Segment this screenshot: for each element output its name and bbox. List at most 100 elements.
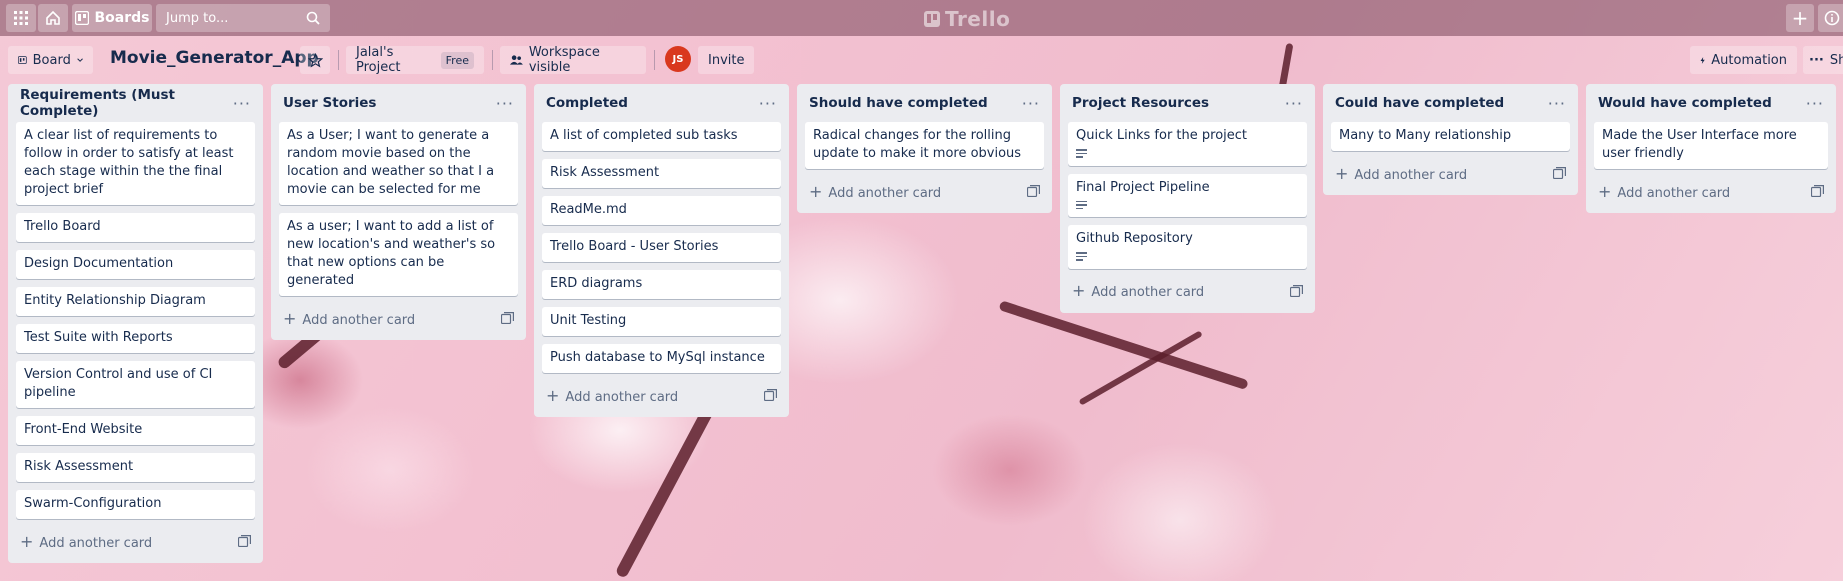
board-view-switcher[interactable]: Board (8, 46, 93, 74)
visibility-label: Workspace visible (528, 45, 600, 75)
plus-icon: + (1791, 6, 1809, 30)
card[interactable]: Front-End Website (16, 416, 255, 445)
automation-button[interactable]: Automation (1690, 46, 1797, 74)
board-view-label: Board (32, 52, 71, 68)
add-card-button[interactable]: + Add another card (1335, 164, 1467, 183)
card[interactable]: Trello Board (16, 213, 255, 242)
brand-name: Trello (945, 7, 1011, 31)
card[interactable]: ReadMe.md (542, 196, 781, 225)
card-template-icon[interactable] (1553, 167, 1566, 179)
chevron-down-icon (77, 58, 83, 62)
trello-logo-icon (924, 11, 940, 27)
list-title[interactable]: User Stories (283, 95, 376, 111)
add-card-button[interactable]: + Add another card (809, 182, 941, 201)
plus-icon: + (20, 531, 34, 551)
plan-badge: Free (440, 51, 474, 69)
add-card-button[interactable]: + Add another card (1072, 281, 1204, 300)
card-template-icon[interactable] (1290, 284, 1303, 297)
add-card-label: Add another card (39, 535, 153, 551)
team-icon (510, 55, 523, 65)
list-menu-icon[interactable]: ··· (1285, 94, 1303, 113)
list-title[interactable]: Would have completed (1598, 95, 1772, 111)
plus-icon: + (1598, 181, 1612, 201)
description-icon (1076, 149, 1087, 158)
card[interactable]: Design Documentation (16, 250, 255, 279)
list-title[interactable]: Requirements (Must Complete) (20, 87, 233, 119)
star-board-button[interactable] (300, 46, 330, 74)
add-card-button[interactable]: + Add another card (546, 386, 678, 405)
list-project-resources: Project Resources ··· Quick Links for th… (1060, 84, 1315, 313)
plus-icon: + (1072, 281, 1086, 300)
card[interactable]: A clear list of requirements to follow i… (16, 122, 255, 205)
boards-label: Boards (94, 10, 150, 26)
star-icon (307, 52, 323, 68)
card[interactable]: Version Control and use of CI pipeline (16, 361, 255, 408)
list-title[interactable]: Could have completed (1335, 95, 1504, 111)
card-title: Quick Links for the project (1076, 128, 1248, 143)
list-menu-icon[interactable]: ··· (496, 94, 514, 113)
card-template-icon[interactable] (238, 535, 251, 547)
card[interactable]: Unit Testing (542, 307, 781, 336)
card-template-icon[interactable] (1811, 185, 1824, 197)
list-title[interactable]: Project Resources (1072, 95, 1209, 111)
visibility-button[interactable]: Workspace visible (500, 45, 646, 75)
card[interactable]: Trello Board - User Stories (542, 233, 781, 262)
list-menu-icon[interactable]: ··· (233, 94, 251, 113)
add-card-label: Add another card (1354, 167, 1468, 183)
list-menu-icon[interactable]: ··· (1022, 94, 1040, 113)
home-button[interactable] (38, 4, 68, 32)
plus-icon: + (1335, 163, 1349, 183)
jump-to-search-input[interactable]: Jump to... (156, 4, 330, 32)
plus-icon: + (809, 181, 823, 201)
list-menu-icon[interactable]: ··· (1548, 94, 1566, 113)
add-card-button[interactable]: + Add another card (283, 309, 415, 328)
list-user-stories: User Stories ··· As a User; I want to ge… (271, 84, 526, 340)
list-menu-icon[interactable]: ··· (759, 94, 777, 113)
card[interactable]: Radical changes for the rolling update t… (805, 122, 1044, 169)
lightning-icon (1700, 56, 1705, 64)
member-avatar[interactable]: JS (665, 46, 691, 72)
card[interactable]: Final Project Pipeline (1068, 173, 1307, 217)
information-button[interactable] (1818, 4, 1843, 32)
list-title[interactable]: Should have completed (809, 95, 988, 111)
board-title[interactable]: Movie_Generator_App (110, 48, 319, 68)
home-icon (46, 10, 60, 25)
add-card-button[interactable]: + Add another card (1598, 182, 1730, 201)
list-menu-icon[interactable]: ··· (1806, 94, 1824, 113)
card-template-icon[interactable] (1027, 185, 1040, 197)
add-card-label: Add another card (302, 312, 416, 328)
card-title: Github Repository (1076, 231, 1193, 246)
card[interactable]: Push database to MySql instance (542, 344, 781, 373)
board-view-icon (18, 56, 27, 64)
card-template-icon[interactable] (501, 312, 514, 324)
card[interactable]: Test Suite with Reports (16, 324, 255, 353)
list-requirements: Requirements (Must Complete) ··· A clear… (8, 84, 263, 563)
list-title[interactable]: Completed (546, 95, 628, 111)
invite-button[interactable]: Invite (698, 46, 754, 74)
card-template-icon[interactable] (764, 389, 777, 401)
card[interactable]: A list of completed sub tasks (542, 122, 781, 151)
card[interactable]: Quick Links for the project (1068, 122, 1307, 166)
description-icon (1076, 200, 1087, 209)
card[interactable]: Risk Assessment (16, 453, 255, 482)
description-icon (1076, 252, 1087, 261)
card[interactable]: Github Repository (1068, 225, 1307, 269)
card[interactable]: Risk Assessment (542, 159, 781, 188)
card[interactable]: Swarm-Configuration (16, 490, 255, 519)
card[interactable]: Made the User Interface more user friend… (1594, 122, 1828, 169)
plus-icon: + (546, 385, 560, 405)
add-card-button[interactable]: + Add another card (20, 532, 152, 551)
card[interactable]: Many to Many relationship (1331, 122, 1570, 151)
card[interactable]: As a user; I want to add a list of new l… (279, 213, 518, 296)
boards-button[interactable]: Boards (72, 4, 152, 32)
app-switcher-button[interactable] (6, 4, 36, 32)
card[interactable]: Entity Relationship Diagram (16, 287, 255, 316)
automation-label: Automation (1711, 52, 1787, 68)
workspace-button[interactable]: Jalal's Project Free (346, 45, 484, 75)
create-button[interactable]: + (1786, 4, 1814, 32)
divider (492, 50, 493, 70)
show-menu-button[interactable]: ··· Sh (1803, 46, 1843, 74)
trello-logo[interactable]: Trello (924, 7, 1010, 31)
card[interactable]: ERD diagrams (542, 270, 781, 299)
card[interactable]: As a User; I want to generate a random m… (279, 122, 518, 205)
